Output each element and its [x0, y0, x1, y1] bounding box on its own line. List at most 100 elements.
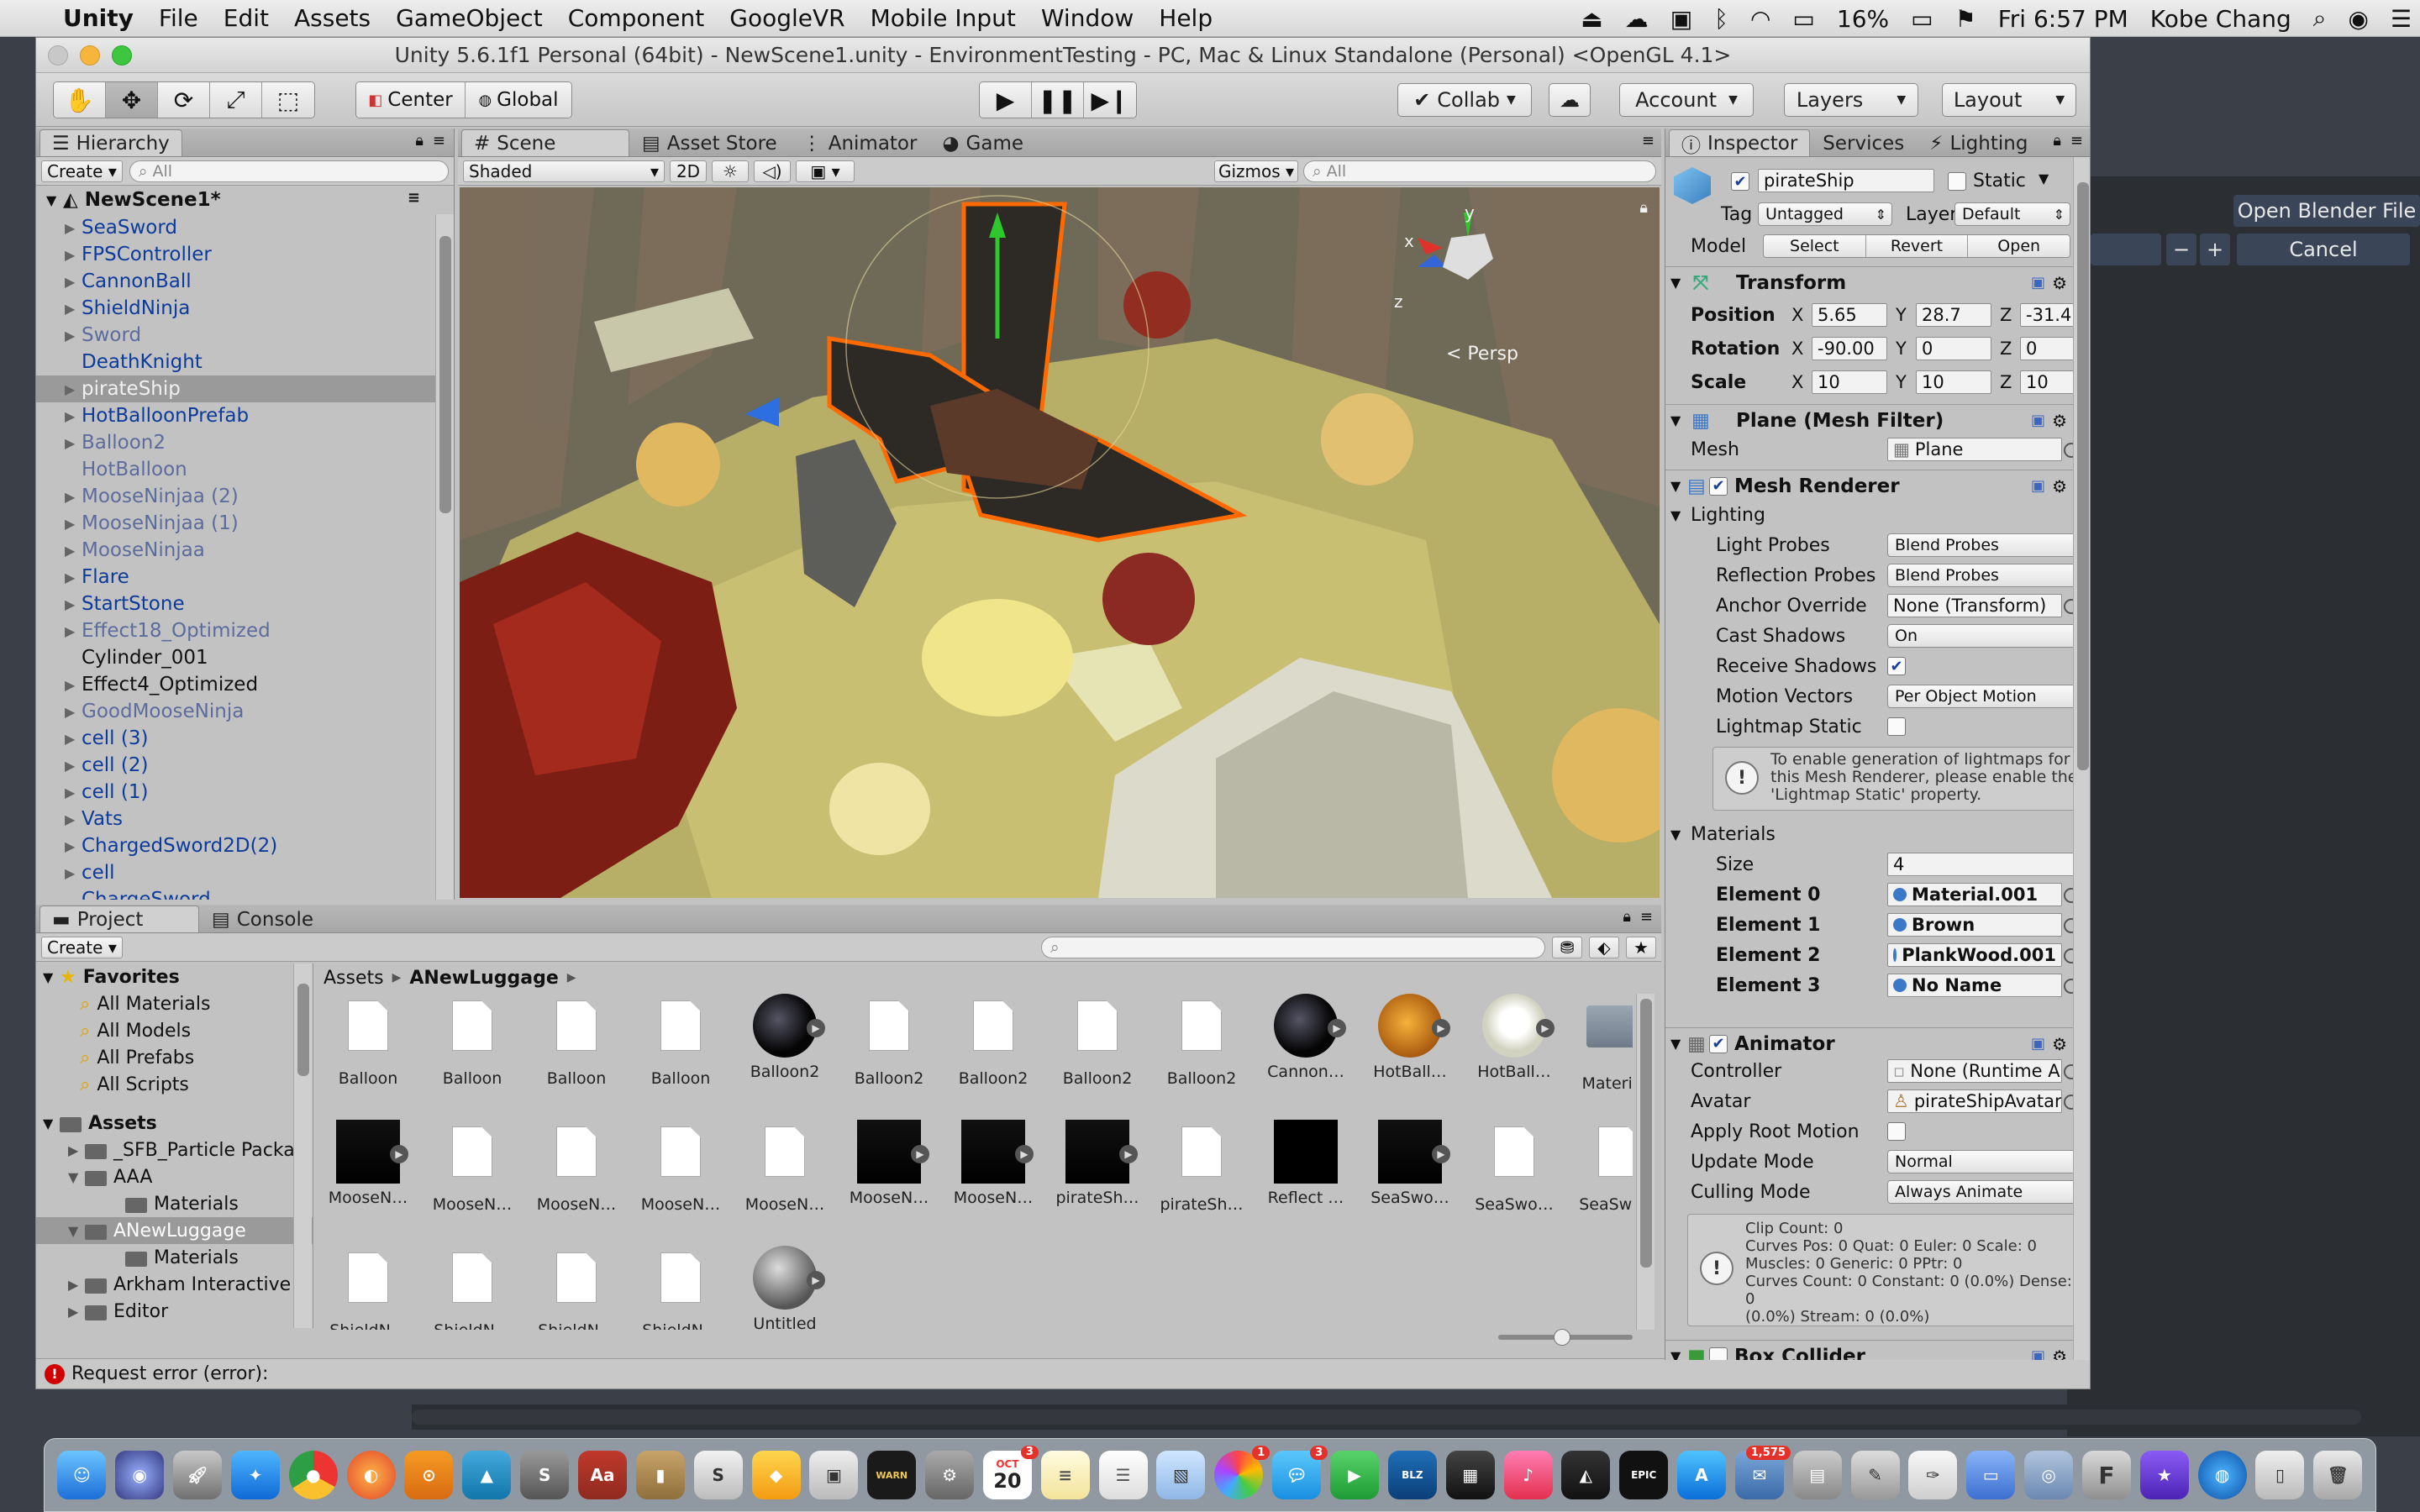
hierarchy-item[interactable]: ▶ cell: [36, 859, 454, 886]
asset-item[interactable]: Balloon: [530, 994, 623, 1088]
transform-z-input[interactable]: -31.4: [2020, 303, 2074, 327]
anchor-override-field[interactable]: None (Transform): [1887, 594, 2062, 617]
hierarchy-search-input[interactable]: ⌕ All: [129, 160, 449, 182]
favorite-item[interactable]: ⌕ All Models: [36, 1017, 313, 1044]
calendar-icon[interactable]: OCT 20 3: [982, 1446, 1039, 1499]
pivot-global-toggle[interactable]: ◍ Global: [466, 82, 571, 118]
lighting-toggle-icon[interactable]: ☼: [712, 160, 749, 182]
menu-app-name[interactable]: Unity: [50, 4, 146, 32]
transform-y-input[interactable]: 10: [1916, 370, 1991, 394]
static-checkbox[interactable]: [1948, 172, 1966, 191]
expand-arrow-icon[interactable]: ▶: [68, 1142, 85, 1158]
spotlight-search-icon[interactable]: ⌕: [2313, 4, 2327, 33]
step-button-icon[interactable]: ▶❙: [1084, 82, 1136, 118]
transform-x-input[interactable]: 10: [1812, 370, 1887, 394]
expand-arrow-icon[interactable]: ▼: [1665, 827, 1684, 843]
asset-folder-item[interactable]: Materials: [36, 1244, 313, 1271]
photo-booth-icon[interactable]: ▦: [1445, 1451, 1495, 1499]
tab-game[interactable]: ◕ Game: [929, 129, 1036, 156]
thumbnail-size-knob[interactable]: [1554, 1329, 1570, 1346]
transform-z-input[interactable]: 0: [2020, 337, 2074, 360]
asset-item[interactable]: Balloon2: [1155, 994, 1248, 1088]
expand-arrow-icon[interactable]: ▶: [65, 623, 82, 639]
blender-icon[interactable]: ⊙: [404, 1451, 454, 1499]
sourcetree-icon[interactable]: ▲: [462, 1451, 512, 1499]
asset-item[interactable]: ▶ MooseN…: [843, 1120, 935, 1207]
epic-games-icon[interactable]: EPIC: [1619, 1451, 1669, 1499]
pivot-center-toggle[interactable]: ◧ Center: [356, 82, 466, 118]
asset-item[interactable]: ShieldN…: [426, 1246, 518, 1330]
documents-folder-icon[interactable]: ▯: [2255, 1451, 2305, 1499]
expand-arrow-icon[interactable]: ▼: [1665, 507, 1684, 523]
transform-y-input[interactable]: 28.7: [1916, 303, 1991, 327]
assets-scroll-thumb[interactable]: [1640, 999, 1652, 1268]
hierarchy-item[interactable]: ChargeSword: [36, 886, 454, 900]
asset-item[interactable]: ▶ HotBall…: [1468, 994, 1560, 1081]
safari-icon[interactable]: ✦: [230, 1451, 280, 1499]
preview-play-icon[interactable]: ▶: [1015, 1145, 1034, 1163]
asset-item[interactable]: SeaSwo…: [1572, 1120, 1633, 1214]
inspector-scroll-thumb[interactable]: [2077, 182, 2089, 770]
shading-mode-dropdown[interactable]: Shaded ▾: [463, 160, 665, 182]
model-select-button[interactable]: Select: [1764, 235, 1866, 257]
script-editor-icon[interactable]: ✎: [1850, 1451, 1900, 1499]
layout-dropdown[interactable]: Layout ▼: [1942, 83, 2076, 117]
remote-desktop-icon[interactable]: ◎: [2024, 1451, 2074, 1499]
hierarchy-scrollbar[interactable]: [435, 214, 454, 900]
screenshot-icon[interactable]: ▭: [1966, 1451, 2016, 1499]
controller-field[interactable]: ▫ None (Runtime A: [1887, 1059, 2062, 1083]
layer-dropdown[interactable]: Default: [1954, 202, 2070, 226]
object-name-input[interactable]: pirateShip: [1758, 169, 1934, 192]
menu-component[interactable]: Component: [555, 4, 718, 32]
asset-item[interactable]: MooseN…: [634, 1120, 727, 1214]
asset-folder-item[interactable]: ▼ AAA: [36, 1163, 313, 1190]
notes-icon[interactable]: ≡: [1040, 1451, 1090, 1499]
box-collider-enabled-checkbox[interactable]: [1709, 1347, 1728, 1360]
expand-arrow-icon[interactable]: ▶: [65, 274, 82, 290]
inspector-scrollbar[interactable]: [2073, 157, 2090, 1360]
photos-icon[interactable]: 1: [1214, 1446, 1270, 1499]
bluetooth-icon[interactable]: ᛒ: [1714, 5, 1728, 33]
tag-dropdown[interactable]: Untagged: [1758, 202, 1892, 226]
favorites-header[interactable]: ▼ ★ Favorites: [36, 963, 313, 990]
notebook-icon[interactable]: ▮: [635, 1451, 685, 1499]
static-dropdown-arrow-icon[interactable]: ▼: [2039, 171, 2049, 186]
reminders-icon[interactable]: ☰: [1098, 1451, 1148, 1499]
status-icon-a[interactable]: ⏏: [1581, 5, 1602, 33]
help-book-icon[interactable]: ▣: [2031, 477, 2045, 495]
gear-icon[interactable]: ⚙: [2052, 1034, 2067, 1054]
dictionary-icon[interactable]: Aa: [578, 1451, 628, 1499]
expand-arrow-icon[interactable]: ▶: [65, 408, 82, 424]
scene-search-input[interactable]: ⌕ All: [1303, 160, 1656, 182]
panel-menu-icon[interactable]: ≡: [1640, 908, 1653, 926]
model-revert-button[interactable]: Revert: [1865, 235, 1969, 257]
asset-item[interactable]: Materials: [1572, 994, 1633, 1093]
textedit-icon[interactable]: ✑: [1908, 1451, 1958, 1499]
siri-dock-icon[interactable]: ◉: [115, 1451, 165, 1499]
tab-services[interactable]: Services: [1810, 129, 1917, 156]
bg-field[interactable]: [2091, 234, 2161, 265]
minus-button[interactable]: −: [2166, 234, 2196, 265]
preview-play-icon[interactable]: ▶: [1432, 1019, 1450, 1037]
asset-item[interactable]: Balloon2: [843, 994, 935, 1088]
notification-center-icon[interactable]: ☰: [2391, 5, 2412, 33]
app-box-icon[interactable]: ▣: [809, 1451, 859, 1499]
light-probes-dropdown[interactable]: Blend Probes: [1887, 533, 2074, 557]
avatar-field[interactable]: ♙ pirateShipAvatar: [1887, 1089, 2062, 1113]
gear-icon[interactable]: ⚙: [2052, 411, 2067, 431]
mesh-filter-header[interactable]: ▼ ▦ Plane (Mesh Filter) ▣ ⚙: [1665, 404, 2074, 436]
asset-item[interactable]: Balloon: [322, 994, 414, 1088]
lighting-foldout[interactable]: ▼ Lighting: [1665, 500, 2074, 530]
hierarchy-item[interactable]: ▶ cell (1): [36, 779, 454, 806]
preview-play-icon[interactable]: ▶: [807, 1271, 825, 1289]
scrivener-icon[interactable]: S: [693, 1451, 743, 1499]
system-preferences-icon[interactable]: ⚙: [925, 1451, 975, 1499]
materials-size-input[interactable]: 4: [1887, 853, 2074, 876]
preview-play-icon[interactable]: ▶: [807, 1019, 825, 1037]
mesh-renderer-header[interactable]: ▼ ▤ ✔ Mesh Renderer ▣ ⚙: [1665, 470, 2074, 501]
hierarchy-item[interactable]: ▶ Flare: [36, 564, 454, 591]
expand-arrow-icon[interactable]: ▶: [65, 811, 82, 827]
expand-arrow-icon[interactable]: ▶: [65, 570, 82, 585]
reflection-probes-dropdown[interactable]: Blend Probes: [1887, 564, 2074, 587]
mail-icon[interactable]: ✉ 1,575: [1734, 1446, 1791, 1499]
